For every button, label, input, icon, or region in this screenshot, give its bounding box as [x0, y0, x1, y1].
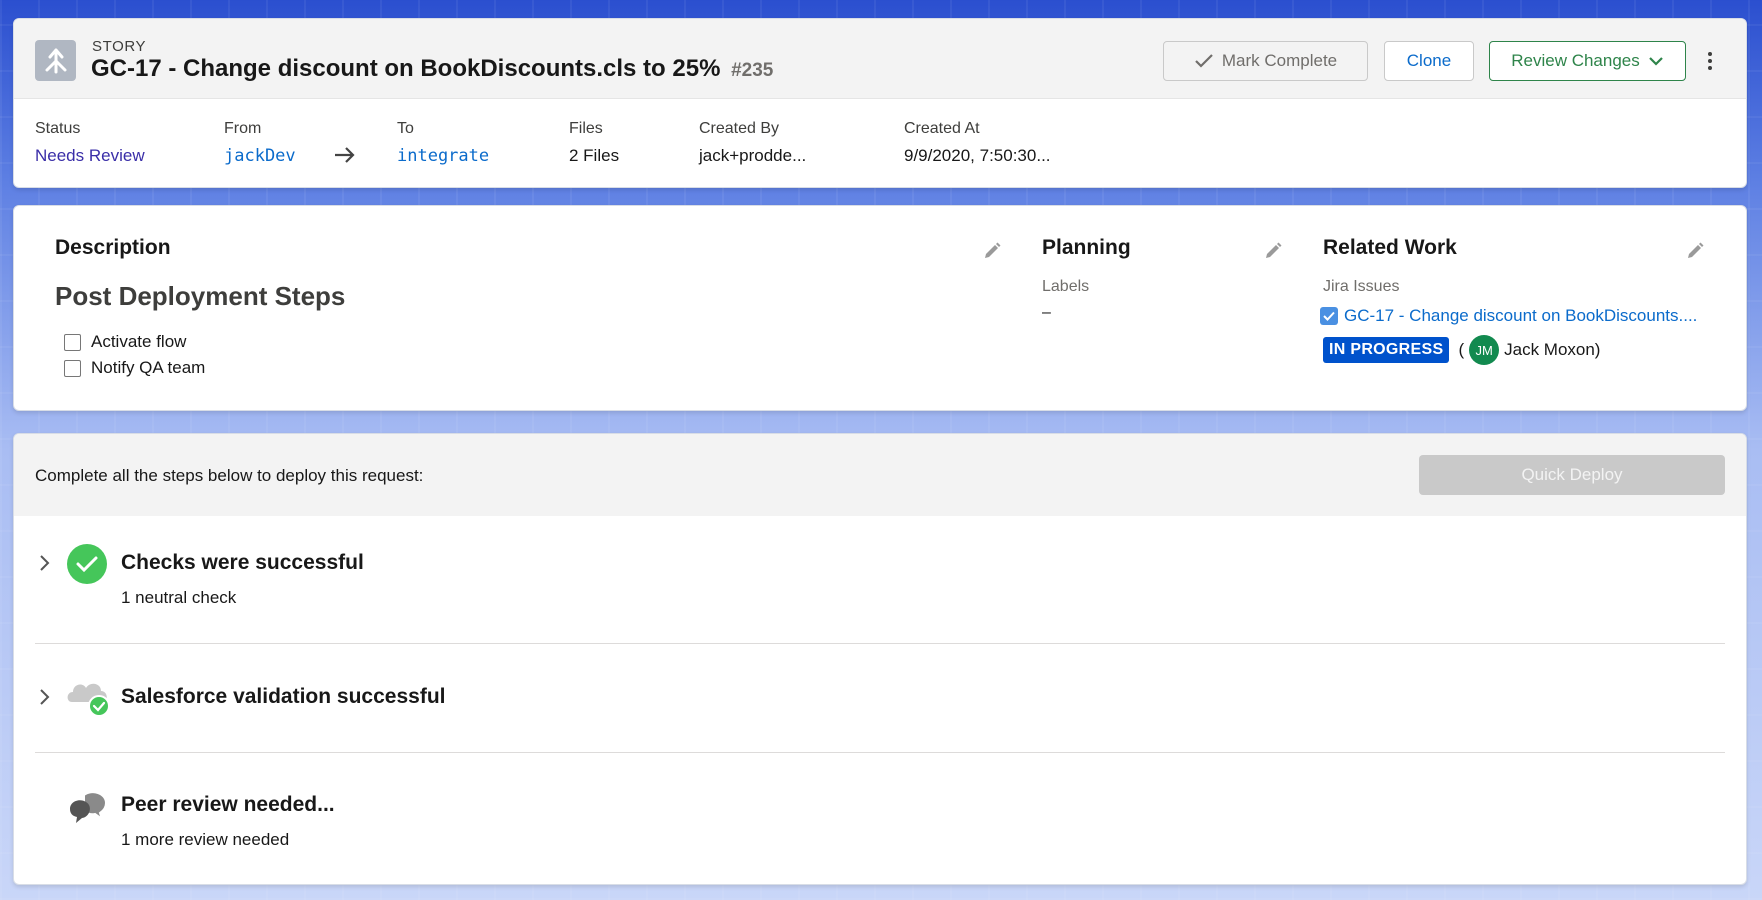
- salesforce-cloud-icon: [67, 683, 110, 716]
- todo-label: Notify QA team: [91, 358, 206, 377]
- description-title: Description: [55, 236, 171, 259]
- mark-complete-button[interactable]: Mark Complete: [1163, 41, 1368, 81]
- deploy-step-checks: Checks were successful 1 neutral check: [14, 516, 1746, 648]
- story-title-text: GC-17 - Change discount on BookDiscounts…: [91, 55, 721, 82]
- planning-title: Planning: [1042, 236, 1131, 259]
- open-paren: (: [1458, 340, 1465, 359]
- details-card: Description Post Deployment Steps Activa…: [13, 205, 1747, 411]
- step-subtitle: 1 more review needed: [121, 830, 290, 849]
- chevron-right-icon[interactable]: [39, 686, 51, 712]
- clone-button[interactable]: Clone: [1384, 41, 1474, 81]
- story-icon: [35, 40, 76, 81]
- checkbox-icon[interactable]: [64, 333, 81, 351]
- review-changes-button[interactable]: Review Changes: [1489, 41, 1686, 81]
- jira-issue-type-icon: [1320, 307, 1338, 325]
- check-icon: [1195, 54, 1213, 68]
- story-number: #235: [731, 60, 774, 81]
- created-by-label: Created By: [699, 120, 780, 137]
- step-title: Checks were successful: [121, 551, 364, 574]
- pencil-icon[interactable]: [1685, 241, 1705, 261]
- story-kicker: STORY: [92, 38, 147, 55]
- jira-status-row: IN PROGRESS ( JM Jack Moxon): [1323, 335, 1600, 365]
- jira-issue-link[interactable]: GC-17 - Change discount on BookDiscounts…: [1320, 306, 1697, 326]
- deploy-header: Complete all the steps below to deploy t…: [14, 434, 1746, 516]
- more-vertical-icon[interactable]: [1700, 49, 1720, 73]
- review-changes-label: Review Changes: [1511, 51, 1640, 70]
- status-value: Needs Review: [35, 146, 145, 165]
- clone-label: Clone: [1406, 51, 1452, 70]
- mark-complete-label: Mark Complete: [1221, 51, 1338, 70]
- checkbox-icon[interactable]: [64, 359, 81, 377]
- labels-label: Labels: [1042, 278, 1090, 295]
- step-title: Salesforce validation successful: [121, 685, 446, 708]
- deploy-instruction: Complete all the steps below to deploy t…: [35, 466, 424, 485]
- jira-issues-label: Jira Issues: [1323, 278, 1400, 295]
- quick-deploy-button[interactable]: Quick Deploy: [1419, 455, 1725, 495]
- chevron-down-icon: [1648, 57, 1663, 66]
- created-at-label: Created At: [904, 120, 980, 137]
- status-badge: IN PROGRESS: [1323, 337, 1450, 363]
- to-label: To: [397, 120, 414, 137]
- page-title: GC-17 - Change discount on BookDiscounts…: [91, 55, 773, 83]
- chat-bubbles-icon: [70, 791, 108, 823]
- todo-item[interactable]: Activate flow: [64, 332, 186, 352]
- from-branch[interactable]: jackDev: [224, 146, 296, 166]
- success-check-icon: [67, 544, 107, 584]
- jira-issue-text: GC-17 - Change discount on BookDiscounts…: [1344, 306, 1698, 325]
- deploy-steps-card: Complete all the steps below to deploy t…: [13, 433, 1747, 885]
- deploy-step-validation: Salesforce validation successful: [14, 644, 1746, 752]
- step-subtitle: 1 neutral check: [121, 588, 237, 607]
- arrow-right-icon: [334, 143, 356, 171]
- avatar: JM: [1469, 335, 1500, 365]
- todo-label: Activate flow: [91, 332, 187, 351]
- status-label: Status: [35, 120, 81, 137]
- created-by-value: jack+prodde...: [699, 146, 807, 165]
- post-deployment-heading: Post Deployment Steps: [55, 281, 346, 311]
- created-at-value: 9/9/2020, 7:50:30...: [904, 146, 1051, 165]
- deploy-step-peer-review: Peer review needed... 1 more review need…: [14, 753, 1746, 883]
- labels-value: –: [1042, 304, 1051, 321]
- files-value: 2 Files: [569, 146, 620, 165]
- step-title: Peer review needed...: [121, 793, 335, 816]
- todo-item[interactable]: Notify QA team: [64, 358, 205, 378]
- to-branch[interactable]: integrate: [397, 146, 489, 166]
- files-label: Files: [569, 120, 603, 137]
- pencil-icon[interactable]: [1263, 241, 1283, 261]
- chevron-right-icon[interactable]: [39, 552, 51, 578]
- related-work-title: Related Work: [1323, 236, 1457, 259]
- story-header-card: STORY GC-17 - Change discount on BookDis…: [13, 18, 1747, 188]
- assignee-name: Jack Moxon): [1504, 340, 1601, 359]
- pencil-icon[interactable]: [982, 241, 1002, 261]
- story-header-bar: STORY GC-17 - Change discount on BookDis…: [14, 19, 1746, 99]
- from-label: From: [224, 120, 262, 137]
